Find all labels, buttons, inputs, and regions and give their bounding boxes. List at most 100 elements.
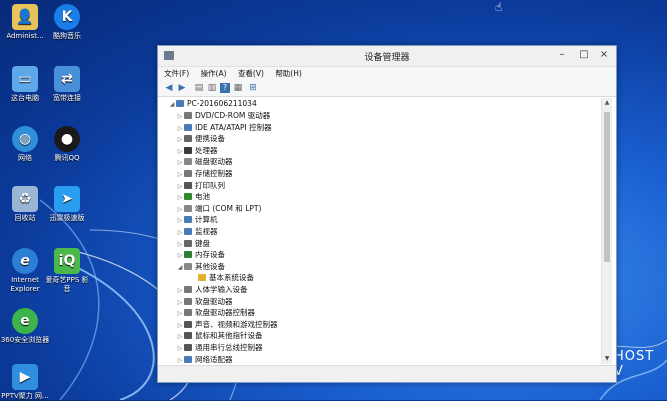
recycle-bin-icon: ♻ [12,186,38,212]
tree-item[interactable]: ▷ 打印队列 [176,180,225,191]
expand-arrow-icon[interactable]: ▷ [176,331,184,342]
expand-arrow-icon[interactable]: ▷ [176,169,184,180]
tree-item[interactable]: ▷ 监视器 [176,226,218,237]
console-tree-icon[interactable]: ▦ [233,83,243,93]
tree-item[interactable]: ▷ 声音、视频和游戏控制器 [176,319,278,330]
tree-item[interactable]: ▷ 通用串行总线控制器 [176,342,263,353]
scroll-up-icon[interactable]: ▲ [602,98,612,108]
tree-item[interactable]: 基本系统设备 [190,272,254,283]
expand-arrow-icon[interactable]: ▷ [176,215,184,226]
forward-arrow-icon[interactable]: ▶ [177,83,187,93]
desktop-icon-label: 360安全浏览器 [0,336,50,344]
expand-arrow-icon[interactable]: ▷ [176,204,184,215]
help-icon[interactable]: ? [220,83,230,93]
expand-arrow-icon[interactable]: ▷ [176,146,184,157]
tree-item-label: 端口 (COM 和 LPT) [195,203,262,213]
menu-view[interactable]: 查看(V) [238,69,264,78]
tree-item[interactable]: ▷ 便携设备 [176,133,225,144]
show-hide-tree-icon[interactable]: ▥ [207,83,217,93]
vertical-scrollbar[interactable]: ▲ ▼ [601,98,612,364]
desktop-icon-broadband[interactable]: ⇄ 宽带连接 [42,66,92,103]
tree-item[interactable]: ▷ 磁盘驱动器 [176,156,233,167]
expand-arrow-icon[interactable]: ▷ [176,227,184,238]
menu-help[interactable]: 帮助(H) [275,69,302,78]
device-category-icon [184,181,192,189]
tree-root[interactable]: ◢ PC-201606211034 [168,98,257,109]
scroll-down-icon[interactable]: ▼ [602,354,612,364]
minimize-button[interactable]: – [552,46,572,64]
expand-arrow-icon[interactable]: ▷ [176,111,184,122]
device-category-icon [184,135,192,143]
tree-item-label: 声音、视频和游戏控制器 [195,319,278,329]
collapse-arrow-icon[interactable]: ◢ [168,99,176,110]
expand-arrow-icon[interactable]: ▷ [176,297,184,308]
tree-item-label: 处理器 [195,145,218,155]
close-button[interactable]: × [594,46,614,64]
expand-arrow-icon[interactable]: ▷ [176,250,184,261]
tree-item-label: 存储控制器 [195,169,233,178]
xunlei-bird-icon: ➤ [54,186,80,212]
expand-arrow-icon[interactable]: ▷ [176,192,184,203]
mouse-cursor-icon: ☝ [495,0,503,14]
tree-item-label: 软盘驱动器 [195,296,233,306]
expand-arrow-icon[interactable]: ▷ [176,157,184,168]
expand-arrow-icon[interactable]: ◢ [176,262,184,273]
device-category-icon [184,320,192,328]
menu-action[interactable]: 操作(A) [201,69,227,78]
tree-item[interactable]: ▷ 存储控制器 [176,168,233,179]
tree-root-label: PC-201606211034 [187,99,257,108]
qq-penguin-icon: ● [54,126,80,152]
computer-icon: ▭ [12,66,38,92]
tree-item[interactable]: ▷ 人体学输入设备 [176,284,248,295]
desktop-icon-pptv[interactable]: ▶ PPTV聚力 网... [0,364,50,401]
tree-item[interactable]: ▷ 网络适配器 [176,354,233,364]
desktop-icon-qq[interactable]: ● 腾讯QQ [42,126,92,163]
desktop-icon-iqiyi[interactable]: iQ 爱奇艺PPS 影音 [42,248,92,294]
tree-item[interactable]: ◢ 其他设备 [176,261,225,272]
tree-item[interactable]: ▷ DVD/CD-ROM 驱动器 [176,110,271,122]
device-category-icon [184,262,192,270]
expand-arrow-icon[interactable]: ▷ [176,308,184,319]
properties-icon[interactable]: ▤ [194,83,204,93]
tree-item[interactable]: ▷ 端口 (COM 和 LPT) [176,203,262,215]
tree-item[interactable]: ▷ 处理器 [176,145,218,156]
tree-item[interactable]: ▷ 软盘驱动器控制器 [176,307,255,318]
tree-item-label: 打印队列 [195,180,225,190]
title-bar[interactable]: 设备管理器 – □ × [158,46,616,67]
computer-icon [176,100,184,107]
tree-item[interactable]: ▷ 电池 [176,191,210,202]
expand-arrow-icon[interactable]: ▷ [176,239,184,250]
scan-hardware-icon[interactable]: ⊞ [248,83,258,93]
desktop-icon-360[interactable]: e 360安全浏览器 [0,308,50,345]
expand-arrow-icon[interactable]: ▷ [176,343,184,354]
tree-item[interactable]: ▷ IDE ATA/ATAPI 控制器 [176,122,272,133]
tree-item-label: 基本系统设备 [209,273,254,283]
tree-item[interactable]: ▷ 鼠标和其他指针设备 [176,330,263,341]
desktop-icon-xunlei[interactable]: ➤ 迅雷极速版 [42,186,92,223]
menu-bar: 文件(F) 操作(A) 查看(V) 帮助(H) [158,67,616,80]
expand-arrow-icon[interactable]: ▷ [176,181,184,192]
device-category-icon [184,112,192,119]
tree-item[interactable]: ▷ 内存设备 [176,249,225,260]
desktop-icon-label: 爱奇艺PPS 影音 [45,276,89,293]
back-arrow-icon[interactable]: ◀ [164,83,174,93]
expand-arrow-icon[interactable]: ▷ [176,320,184,331]
device-category-icon [184,158,192,166]
wallpaper-watermark: HOST V [614,349,655,379]
desktop-icon-kugou[interactable]: K 酷狗音乐 [42,4,92,41]
tree-item-label: 计算机 [195,215,218,225]
tree-item[interactable]: ▷ 键盘 [176,238,210,249]
maximize-button[interactable]: □ [574,46,594,64]
expand-arrow-icon[interactable]: ▷ [176,134,184,145]
tree-item[interactable]: ▷ 软盘驱动器 [176,296,233,307]
expand-arrow-icon[interactable]: ▷ [176,123,184,134]
device-category-icon [184,216,192,224]
tree-item-label: 电池 [195,192,210,202]
menu-file[interactable]: 文件(F) [164,69,189,78]
expand-arrow-icon[interactable]: ▷ [176,285,184,296]
tree-item[interactable]: ▷ 计算机 [176,214,218,225]
expand-arrow-icon[interactable]: ▷ [176,355,184,364]
scrollbar-thumb[interactable] [604,112,610,262]
device-category-icon [184,170,192,177]
tree-item-label: 便携设备 [195,134,225,144]
